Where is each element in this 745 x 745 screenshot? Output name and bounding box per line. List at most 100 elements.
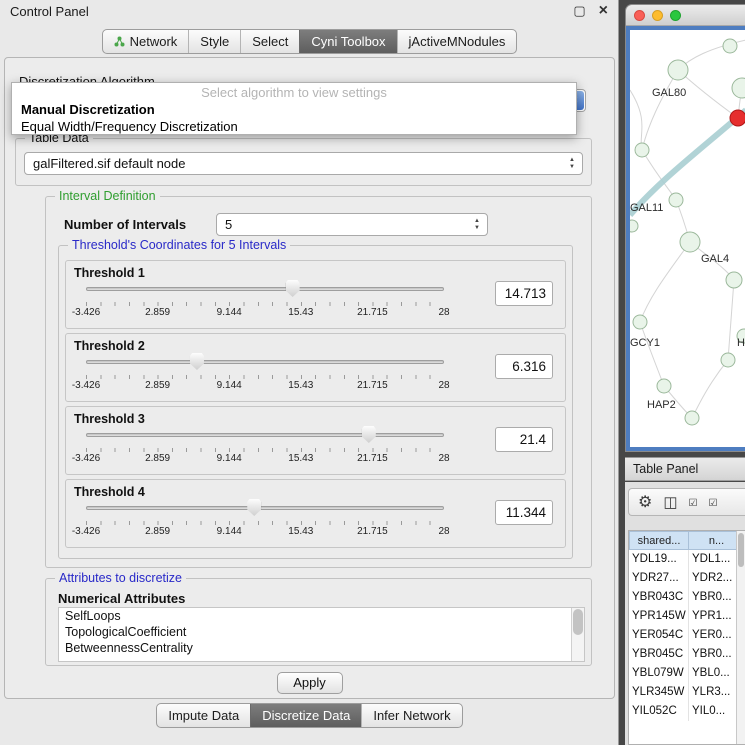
node-table: shared... n... YDL19... YDL1... YDR27...… — [628, 530, 745, 745]
minimize-button[interactable] — [652, 10, 663, 21]
table-panel-header: Table Panel — [625, 457, 745, 481]
network-view-frame: GAL80 GAL11 GAL4 GCY1 HAP2 H — [626, 26, 745, 451]
table-panel: shared... n... YDL19... YDL1... YDR27...… — [625, 482, 745, 745]
algorithm-dropdown-list: Select algorithm to view settings Manual… — [11, 82, 577, 135]
slider-thumb[interactable] — [247, 499, 261, 516]
table-toolbar — [628, 488, 745, 516]
network-canvas[interactable]: GAL80 GAL11 GAL4 GCY1 HAP2 H — [630, 30, 745, 447]
stepper-icon — [567, 157, 577, 171]
svg-text:GAL80: GAL80 — [652, 87, 686, 99]
table-row[interactable]: YLR345W YLR3... — [629, 683, 745, 702]
number-of-intervals-combobox[interactable]: 5 — [216, 213, 488, 236]
attributes-list[interactable]: SelfLoops TopologicalCoefficient Between… — [58, 607, 585, 662]
slider-ticks — [86, 302, 444, 306]
tab-style[interactable]: Style — [188, 30, 240, 53]
svg-text:H: H — [737, 337, 745, 349]
table-row[interactable]: YBR043C YBR0... — [629, 588, 745, 607]
slider-scale: -3.426 2.859 9.144 15.43 21.715 28 — [86, 453, 444, 465]
slider-thumb[interactable] — [362, 426, 376, 443]
table-row[interactable]: YIL052C YIL0... — [629, 702, 745, 721]
threshold-label: Threshold 1 — [74, 266, 145, 280]
apply-button[interactable]: Apply — [277, 672, 343, 694]
table-scrollbar[interactable] — [736, 531, 745, 744]
zoom-button[interactable] — [670, 10, 681, 21]
threshold-panel: Threshold 1 -3.426 2.859 9.144 15.43 21.… — [65, 260, 566, 329]
tab-impute-data[interactable]: Impute Data — [157, 704, 250, 727]
svg-text:GCY1: GCY1 — [630, 337, 660, 349]
slider-thumb[interactable] — [190, 353, 204, 370]
table-row[interactable]: YDR27... YDR2... — [629, 569, 745, 588]
top-tab-bar: Network Style Select Cyni Toolbox jActiv… — [0, 29, 619, 54]
attributes-title: Attributes to discretize — [55, 571, 186, 585]
slider-scale: -3.426 2.859 9.144 15.43 21.715 28 — [86, 526, 444, 538]
threshold-value-field[interactable]: 11.344 — [495, 500, 553, 525]
tab-discretize-data[interactable]: Discretize Data — [250, 704, 361, 727]
list-item[interactable]: BetweennessCentrality — [59, 640, 584, 656]
slider-ticks — [86, 448, 444, 452]
float-window-icon[interactable] — [573, 3, 585, 19]
network-view-window: GAL80 GAL11 GAL4 GCY1 HAP2 H — [625, 4, 745, 452]
interval-definition-group: Interval Definition Number of Intervals … — [45, 196, 592, 568]
slider-track — [86, 433, 444, 437]
thresholds-group: Threshold's Coordinates for 5 Intervals … — [58, 245, 573, 559]
threshold-panel: Threshold 4 -3.426 2.859 9.144 15.43 21.… — [65, 479, 566, 548]
stepper-icon — [472, 218, 482, 232]
tab-network[interactable]: Network — [103, 30, 189, 53]
table-header-row: shared... n... — [629, 531, 745, 550]
columns-icon[interactable] — [663, 493, 677, 512]
close-button[interactable] — [634, 10, 645, 21]
select-check-icon[interactable] — [689, 493, 698, 511]
control-panel-titlebar: Control Panel — [0, 0, 618, 22]
control-panel-window: Control Panel Network Style Select Cyni … — [0, 0, 619, 745]
network-icon — [114, 36, 125, 47]
threshold-value-field[interactable]: 14.713 — [495, 281, 553, 306]
slider-scale: -3.426 2.859 9.144 15.43 21.715 28 — [86, 380, 444, 392]
dropdown-option-manual-discretization[interactable]: Manual Discretization — [12, 101, 576, 118]
network-nodes[interactable] — [630, 39, 745, 425]
table-row[interactable]: YBL079W YBL0... — [629, 664, 745, 683]
threshold-slider[interactable] — [86, 498, 444, 518]
threshold-slider[interactable] — [86, 279, 444, 299]
select-check-icon[interactable] — [709, 493, 718, 511]
threshold-slider[interactable] — [86, 352, 444, 372]
slider-ticks — [86, 521, 444, 525]
svg-text:GAL4: GAL4 — [701, 253, 729, 265]
threshold-label: Threshold 3 — [74, 412, 145, 426]
tab-infer-network[interactable]: Infer Network — [361, 704, 461, 727]
slider-ticks — [86, 375, 444, 379]
column-header[interactable]: shared... — [629, 531, 689, 550]
table-row[interactable]: YER054C YER0... — [629, 626, 745, 645]
number-of-intervals-label: Number of Intervals — [64, 217, 186, 232]
threshold-value-field[interactable]: 6.316 — [495, 354, 553, 379]
numerical-attributes-heading: Numerical Attributes — [58, 591, 185, 606]
gear-icon[interactable] — [638, 492, 652, 512]
table-row[interactable]: YPR145W YPR1... — [629, 607, 745, 626]
threshold-slider[interactable] — [86, 425, 444, 445]
tab-cyni-toolbox[interactable]: Cyni Toolbox — [299, 30, 396, 53]
svg-text:GAL11: GAL11 — [630, 202, 663, 214]
table-row[interactable]: YDL19... YDL1... — [629, 550, 745, 569]
tab-jactivemnodules[interactable]: jActiveMNodules — [397, 30, 517, 53]
table-data-combobox[interactable]: galFiltered.sif default node — [24, 152, 583, 175]
attributes-group: Attributes to discretize Numerical Attri… — [45, 578, 592, 666]
table-panel-title: Table Panel — [633, 462, 698, 476]
thresholds-title: Threshold's Coordinates for 5 Intervals — [68, 238, 290, 252]
slider-track — [86, 506, 444, 510]
close-window-icon[interactable] — [599, 2, 608, 20]
threshold-panel: Threshold 2 -3.426 2.859 9.144 15.43 21.… — [65, 333, 566, 402]
threshold-label: Threshold 4 — [74, 485, 145, 499]
tab-select[interactable]: Select — [240, 30, 299, 53]
list-item[interactable]: TopologicalCoefficient — [59, 624, 584, 640]
highlighted-node[interactable] — [730, 110, 745, 126]
network-window-titlebar — [626, 5, 745, 26]
dropdown-option-equal-width-frequency[interactable]: Equal Width/Frequency Discretization — [12, 118, 576, 135]
threshold-value-field[interactable]: 21.4 — [495, 427, 553, 452]
list-item[interactable]: SelfLoops — [59, 608, 584, 624]
slider-track — [86, 287, 444, 291]
bottom-tab-bar: Impute Data Discretize Data Infer Networ… — [0, 703, 619, 728]
slider-thumb[interactable] — [286, 280, 300, 297]
window-title: Control Panel — [10, 4, 89, 19]
table-row[interactable]: YBR045C YBR0... — [629, 645, 745, 664]
attributes-scrollbar[interactable] — [571, 608, 584, 661]
slider-track — [86, 360, 444, 364]
